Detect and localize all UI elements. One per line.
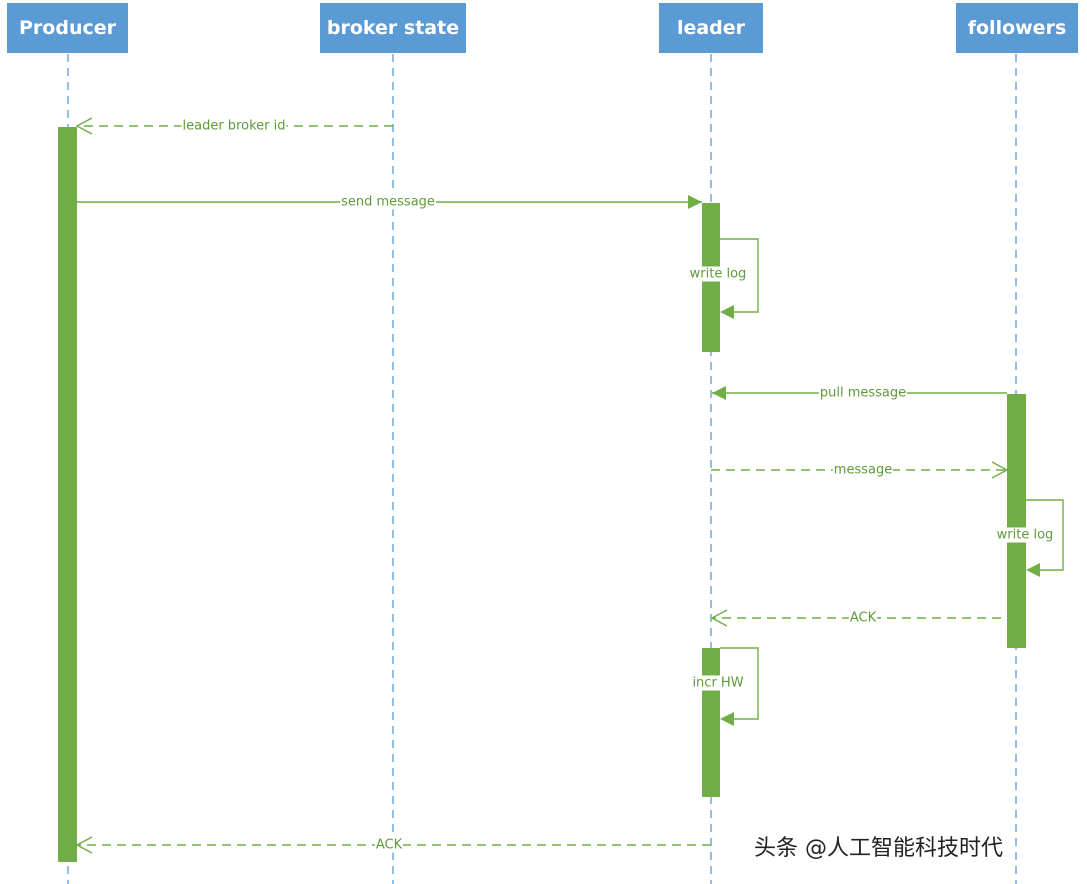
participant-broker-state: broker state (320, 3, 466, 53)
message-label-leader-broker-id: leader broker id (181, 118, 287, 134)
message-label-message: message (832, 462, 894, 478)
message-label-send-message: send message (340, 194, 436, 210)
participant-leader: leader (659, 3, 763, 53)
participant-followers: followers (956, 3, 1078, 53)
arrowhead-icon (720, 712, 734, 726)
arrowhead-icon (1026, 563, 1040, 577)
arrowhead-icon (712, 386, 726, 400)
message-label-incr-hw: incr HW (691, 675, 745, 691)
activation-bar-producer (58, 127, 77, 862)
message-label-pull-message: pull message (818, 385, 908, 401)
message-label-write-log-followers: write log (995, 527, 1055, 543)
participant-producer: Producer (7, 3, 128, 53)
arrowhead-icon (688, 195, 702, 209)
watermark: 头条 @人工智能科技时代 (754, 836, 1003, 861)
arrowhead-icon (720, 305, 734, 319)
message-label-ack-leader: ACK (848, 610, 878, 626)
message-label-write-log-leader: write log (688, 266, 748, 282)
activation-bar-followers (1007, 394, 1026, 648)
message-label-ack-producer: ACK (374, 837, 404, 853)
activation-bar-leader (702, 648, 720, 797)
sequence-diagram (58, 54, 1064, 884)
